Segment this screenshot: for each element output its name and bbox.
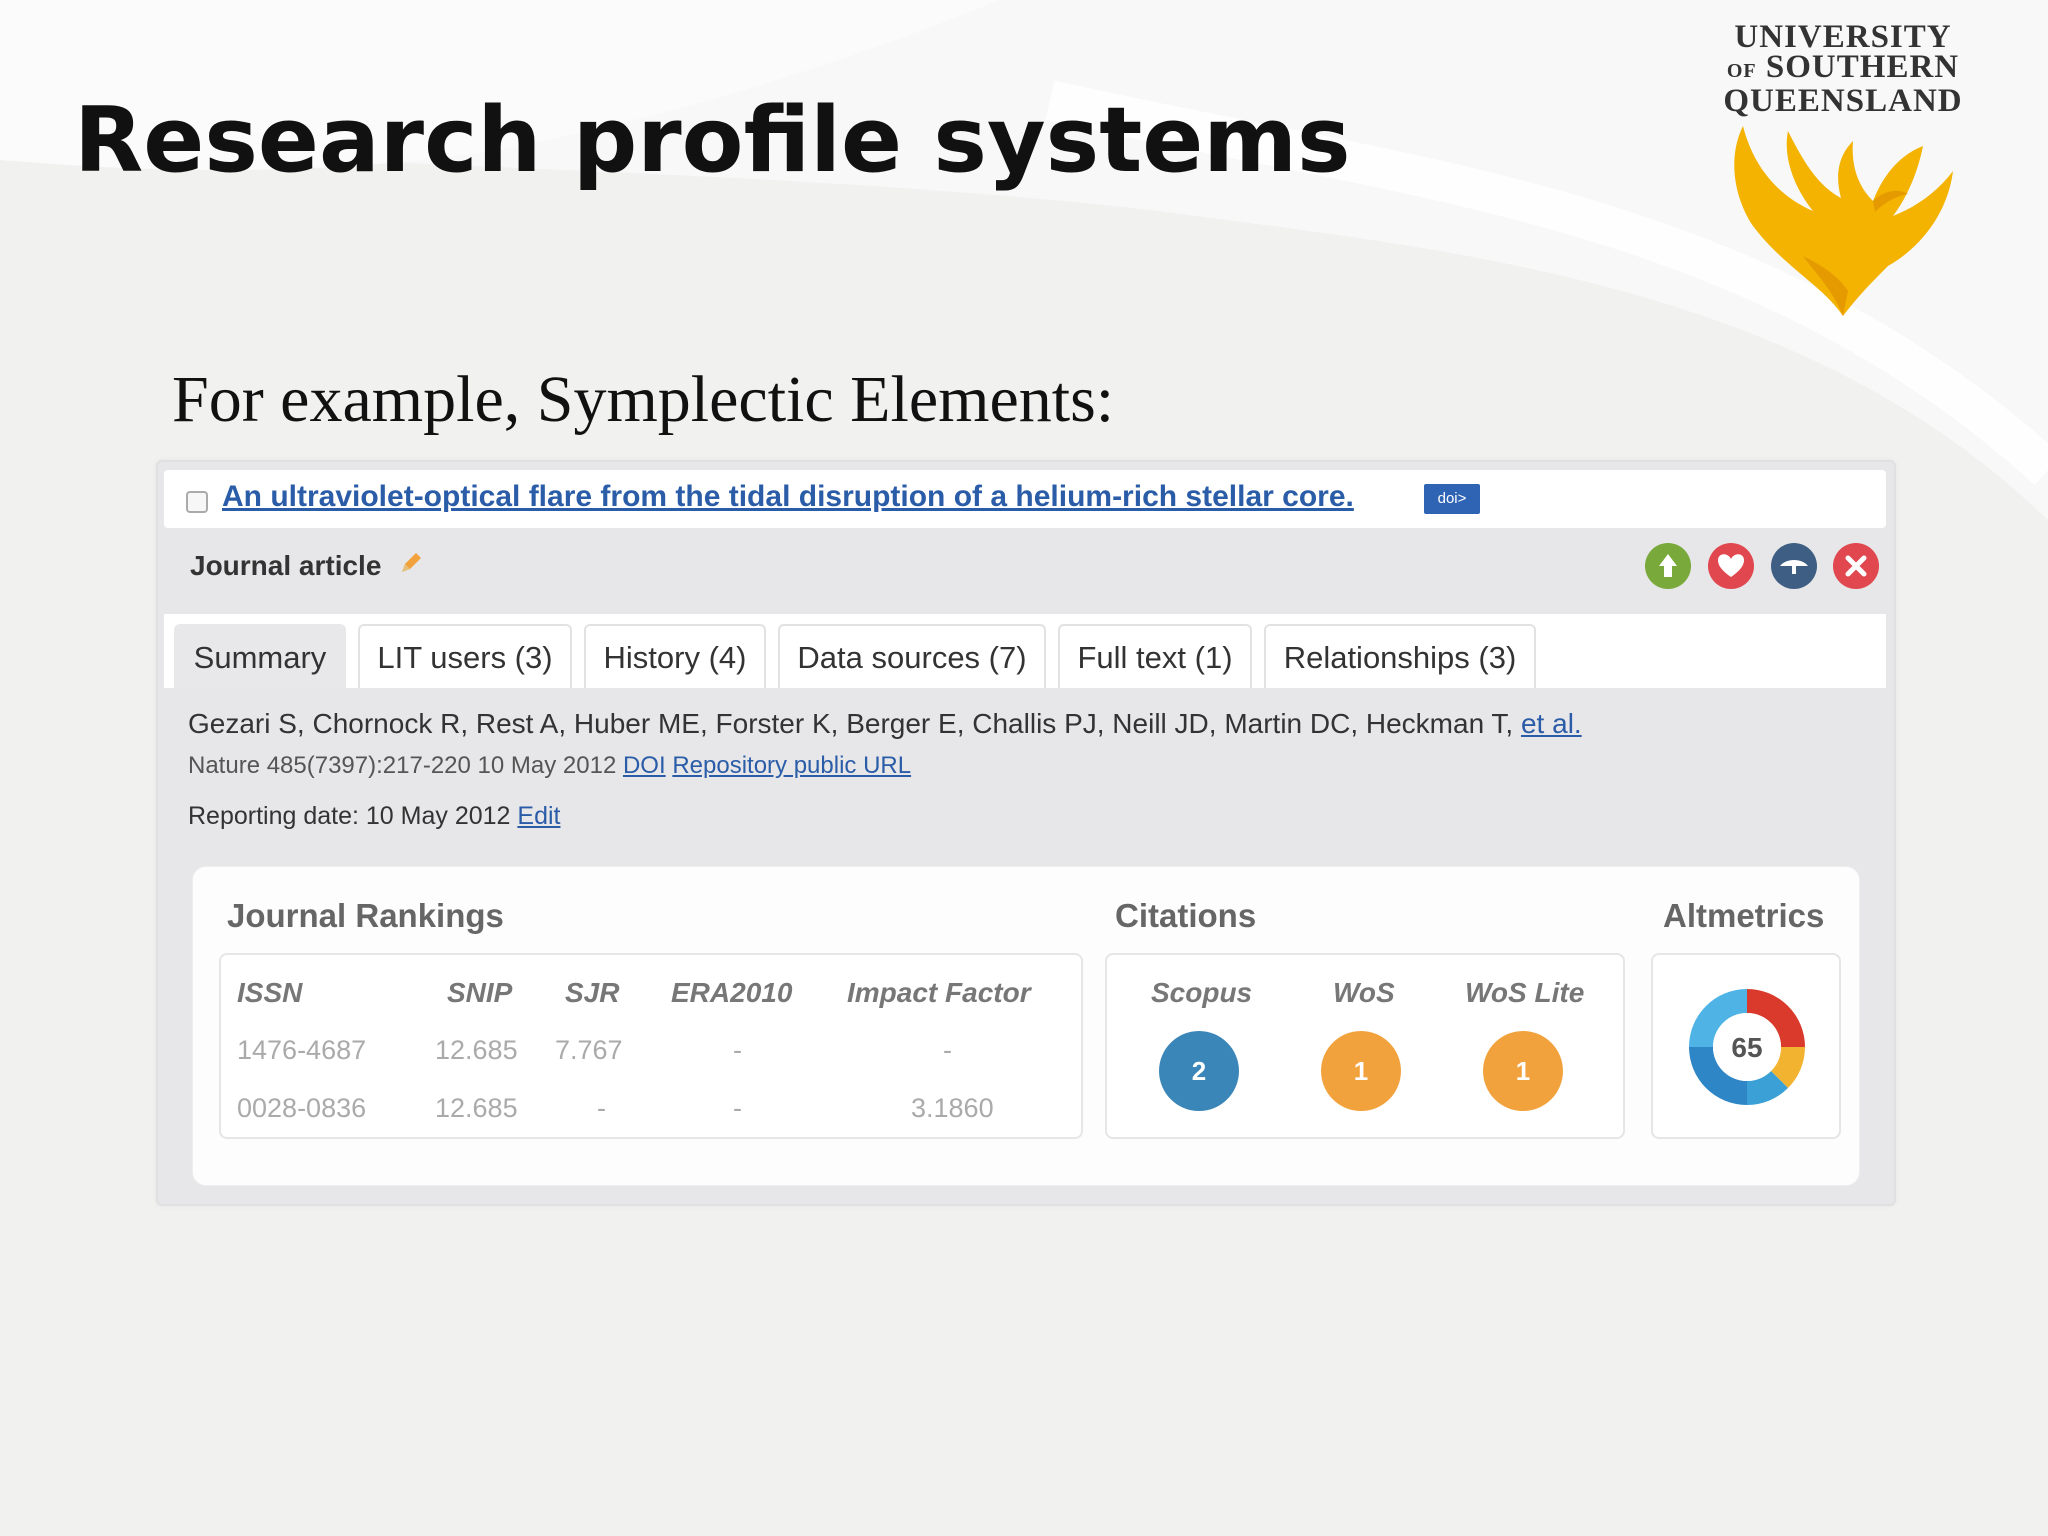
citation-line: Nature 485(7397):217-220 10 May 2012 DOI…	[188, 752, 912, 779]
table-cell: 3.1860	[911, 1093, 994, 1123]
author-list: Gezari S, Chornock R, Rest A, Huber ME, …	[188, 708, 1582, 739]
scopus-count-badge[interactable]: 2	[1159, 1031, 1239, 1111]
edit-link[interactable]: Edit	[517, 802, 560, 830]
slide-subtitle: For example, Symplectic Elements:	[172, 363, 1115, 436]
column-header: SJR	[565, 977, 620, 1008]
table-cell: 7.767	[555, 1035, 623, 1065]
select-checkbox[interactable]	[186, 491, 208, 513]
table-cell: 1476-4687	[237, 1035, 367, 1065]
table-cell: -	[943, 1035, 952, 1065]
journal-rankings-table: ISSN SNIP SJR ERA2010 Impact Factor 1476…	[219, 953, 1083, 1139]
wos-lite-label: WoS Lite	[1465, 977, 1585, 1008]
doi-badge[interactable]: doi>	[1424, 484, 1480, 514]
column-header: SNIP	[447, 977, 513, 1008]
table-cell: 12.685	[435, 1093, 518, 1123]
slide-title: Research profile systems	[74, 88, 1351, 193]
tab-summary[interactable]: Summary	[174, 624, 346, 688]
tab-bar: Summary LIT users (3) History (4) Data s…	[164, 614, 1886, 688]
table-cell: -	[733, 1035, 742, 1065]
altmetrics-box: 65	[1651, 953, 1841, 1139]
wos-count-badge[interactable]: 1	[1321, 1031, 1401, 1111]
wos-lite-count-badge[interactable]: 1	[1483, 1031, 1563, 1111]
visibility-icon[interactable]	[1770, 542, 1818, 590]
column-header: ERA2010	[671, 977, 793, 1008]
pencil-icon[interactable]	[396, 548, 426, 578]
publication-title-row: An ultraviolet-optical flare from the ti…	[164, 470, 1886, 528]
citations-box: Scopus WoS WoS Lite 2 1 1	[1105, 953, 1625, 1139]
altmetrics-heading: Altmetrics	[1663, 897, 1825, 934]
doi-link[interactable]: DOI	[623, 752, 666, 779]
tab-data-sources[interactable]: Data sources (7)	[778, 624, 1046, 688]
table-cell: 0028-0836	[237, 1093, 367, 1123]
publication-type-row: Journal article	[164, 530, 1886, 600]
altmetric-score: 65	[1731, 1032, 1762, 1063]
table-cell: -	[597, 1093, 606, 1123]
publication-title-link[interactable]: An ultraviolet-optical flare from the ti…	[222, 480, 1354, 514]
summary-panel: Gezari S, Chornock R, Rest A, Huber ME, …	[164, 688, 1886, 1198]
tab-relationships[interactable]: Relationships (3)	[1264, 624, 1536, 688]
more-authors-link[interactable]: et al.	[1521, 708, 1582, 739]
citations-heading: Citations	[1115, 897, 1257, 934]
wos-label: WoS	[1333, 977, 1395, 1008]
tab-full-text[interactable]: Full text (1)	[1058, 624, 1252, 688]
reporting-date: Reporting date: 10 May 2012 Edit	[188, 802, 561, 830]
scopus-label: Scopus	[1151, 977, 1253, 1008]
delete-icon[interactable]	[1832, 542, 1880, 590]
metrics-card: Journal Rankings Citations Altmetrics IS…	[192, 866, 1860, 1186]
phoenix-icon	[1734, 126, 1953, 316]
column-header: Impact Factor	[847, 977, 1031, 1008]
repository-url-link[interactable]: Repository public URL	[672, 752, 911, 779]
table-cell: 12.685	[435, 1035, 518, 1065]
university-logo: UNIVERSITY OF SOUTHERN QUEENSLAND	[1712, 21, 1974, 322]
add-icon[interactable]	[1644, 542, 1692, 590]
journal-rankings-heading: Journal Rankings	[227, 897, 504, 934]
table-cell: -	[733, 1093, 742, 1123]
publication-type: Journal article	[190, 550, 382, 581]
column-header: ISSN	[237, 977, 303, 1008]
tab-history[interactable]: History (4)	[584, 624, 766, 688]
symplectic-screenshot: An ultraviolet-optical flare from the ti…	[156, 460, 1896, 1206]
altmetric-donut[interactable]: 65	[1653, 955, 1843, 1137]
tab-lit-users[interactable]: LIT users (3)	[358, 624, 572, 688]
heart-icon[interactable]	[1707, 542, 1755, 590]
